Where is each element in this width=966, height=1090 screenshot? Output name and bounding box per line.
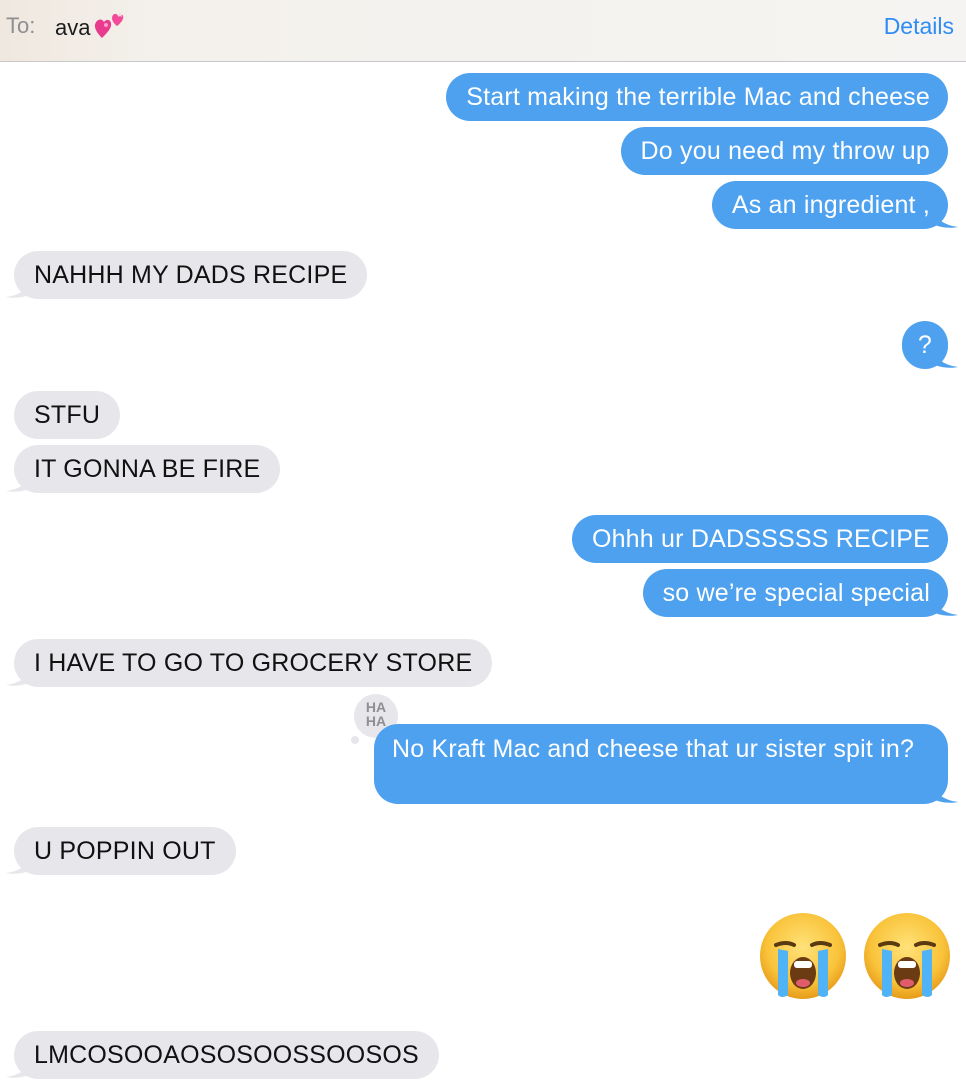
message-incoming-5[interactable]: U POPPIN OUT [14,827,236,875]
message-outgoing-2[interactable]: Do you need my throw up [620,127,948,175]
recipient-name[interactable]: ava [55,15,90,41]
incoming-bubble-tail [6,469,34,492]
outgoing-bubble-tail [930,780,958,803]
message-outgoing-7[interactable]: No Kraft Mac and cheese that ur sister s… [374,724,948,804]
outgoing-bubble-tail [930,593,958,616]
message-incoming-1[interactable]: NAHHH MY DADS RECIPE [14,251,368,299]
loudly-crying-face-icon[interactable] [758,911,848,1001]
message-incoming-4[interactable]: I HAVE TO GO TO GROCERY STORE [14,639,493,687]
message-outgoing-6[interactable]: so we’re special special [642,569,948,617]
to-label: To: [6,13,36,38]
tapback-text-line2: HA [366,713,386,729]
message-incoming-6[interactable]: LMCOSOOAOSOSOOSSOOSOS [14,1031,439,1079]
conversation-header: To: ava Details [0,0,966,62]
incoming-bubble-tail [6,275,34,298]
message-incoming-3[interactable]: IT GONNA BE FIRE [14,445,281,493]
details-button[interactable]: Details [884,13,954,40]
loudly-crying-face-icon[interactable] [862,911,952,1001]
message-outgoing-3[interactable]: As an ingredient , [711,181,948,229]
two-hearts-icon [94,12,124,38]
message-outgoing-5[interactable]: Ohhh ur DADSSSSS RECIPE [571,515,948,563]
incoming-bubble-tail [6,663,34,686]
incoming-bubble-tail [6,851,34,874]
outgoing-bubble-tail [930,205,958,228]
outgoing-bubble-tail [930,345,958,368]
message-outgoing-1[interactable]: Start making the terrible Mac and cheese [446,73,948,121]
message-incoming-2[interactable]: STFU [14,391,121,439]
incoming-bubble-tail [6,1055,34,1078]
